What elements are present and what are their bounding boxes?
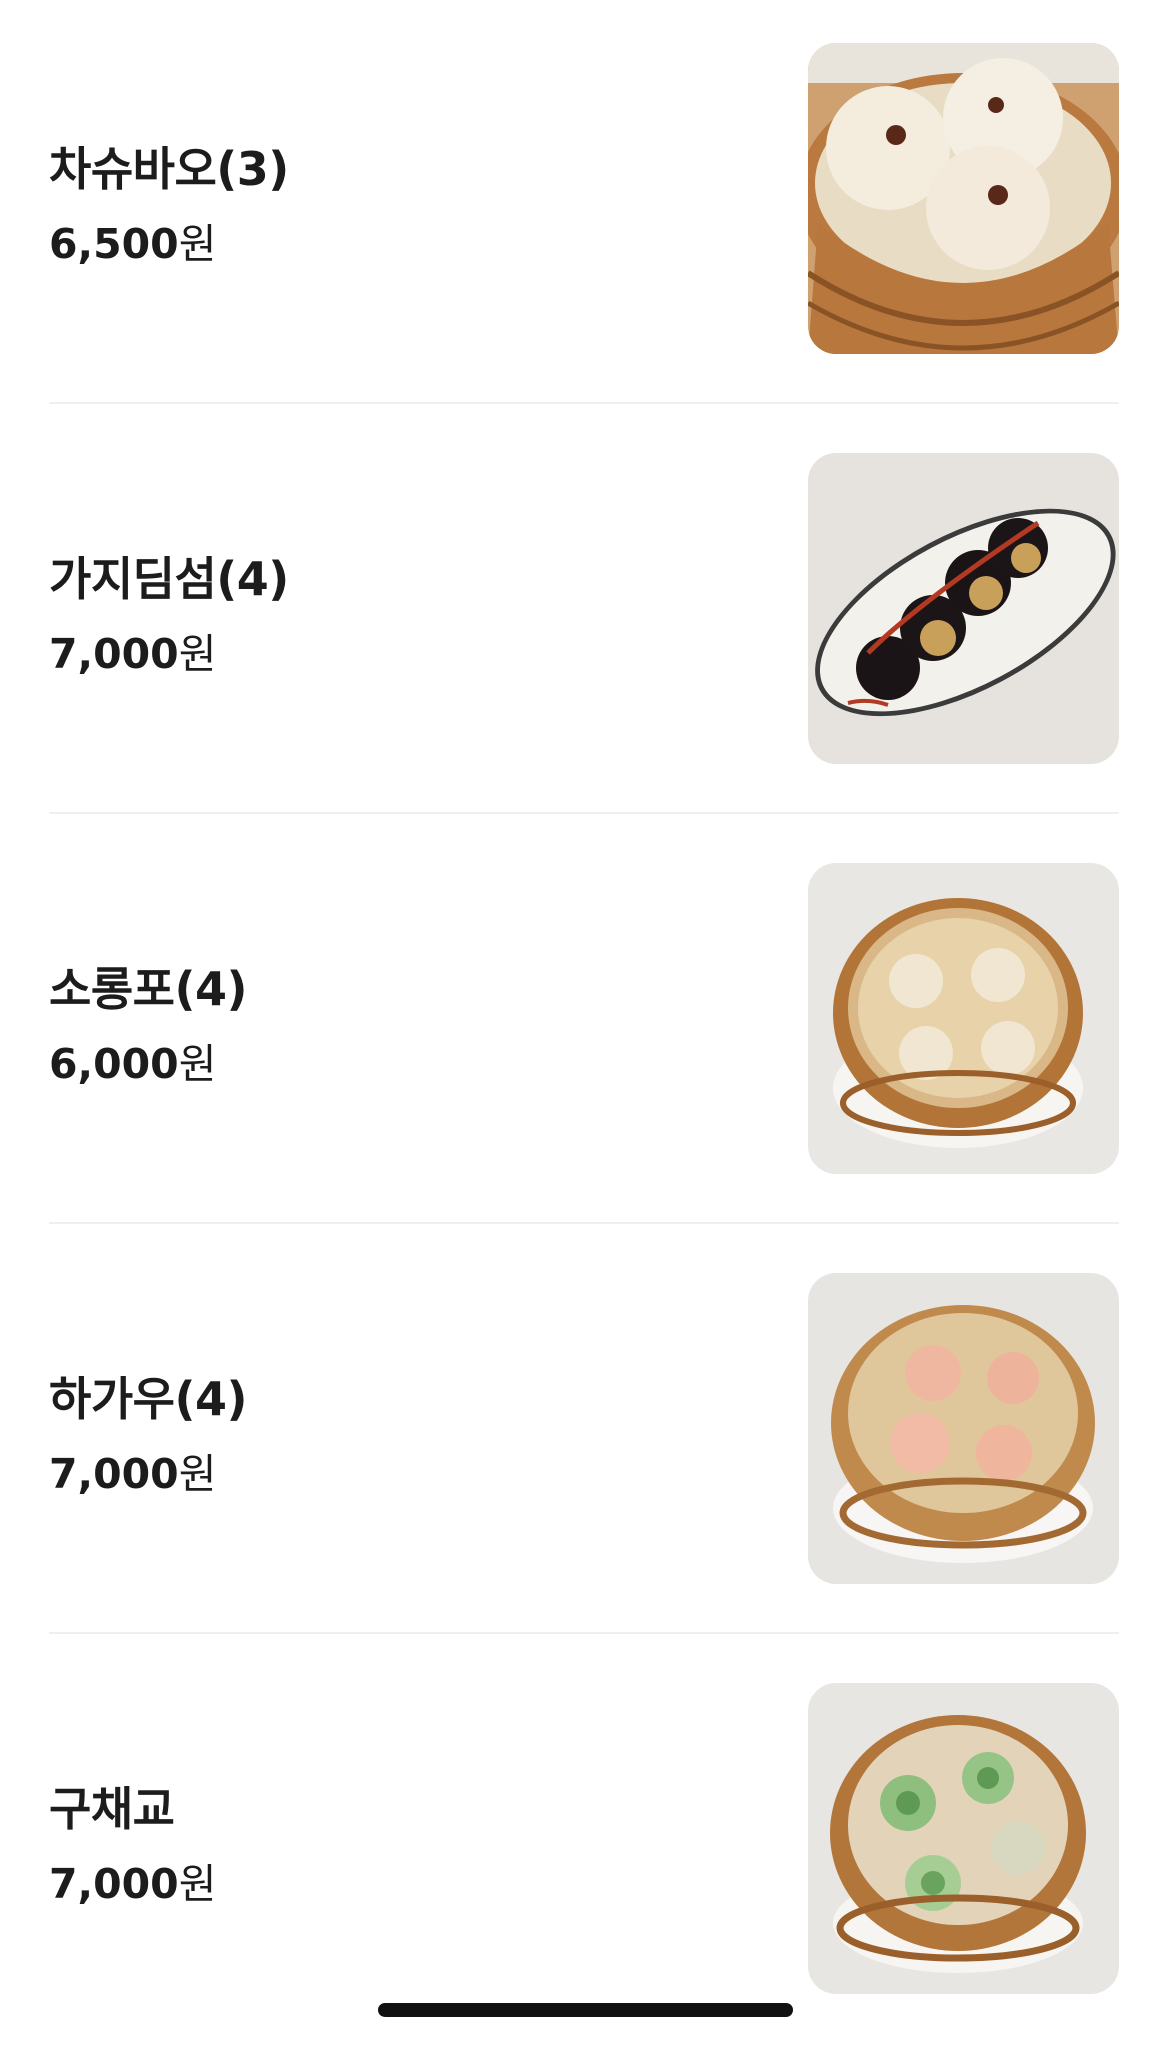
menu-item-price: 7,000원 <box>49 1850 216 1910</box>
divider <box>49 402 1119 404</box>
divider <box>49 812 1119 814</box>
currency-suffix: 원 <box>178 220 217 268</box>
menu-item[interactable]: 가지딤섬(4) 7,000원 <box>0 410 1170 820</box>
currency-suffix: 원 <box>178 630 217 678</box>
menu-item[interactable]: 하가우(4) 7,000원 <box>0 1230 1170 1640</box>
currency-suffix: 원 <box>178 1450 217 1498</box>
menu-item-name: 차슈바오(3) <box>49 142 289 196</box>
menu-item-price: 6,500원 <box>49 210 216 270</box>
divider <box>49 1222 1119 1224</box>
currency-suffix: 원 <box>178 1860 217 1908</box>
chive-dumpling-photo <box>808 1683 1119 1994</box>
menu-item-name: 가지딤섬(4) <box>49 552 289 606</box>
menu-item-price: 7,000원 <box>49 620 216 680</box>
menu-item-price: 7,000원 <box>49 1440 216 1500</box>
price-amount: 7,000 <box>49 1450 179 1498</box>
currency-suffix: 원 <box>178 1040 217 1088</box>
price-amount: 6,500 <box>49 220 179 268</box>
price-amount: 7,000 <box>49 1860 179 1908</box>
menu-item-name: 소롱포(4) <box>49 962 248 1016</box>
price-amount: 7,000 <box>49 630 179 678</box>
price-amount: 6,000 <box>49 1040 179 1088</box>
menu-item[interactable]: 구채교 7,000원 <box>0 1640 1170 2050</box>
char-siu-bao-photo <box>808 43 1119 354</box>
eggplant-dimsum-photo <box>808 453 1119 764</box>
menu-item-name: 하가우(4) <box>49 1372 248 1426</box>
divider <box>49 1632 1119 1634</box>
menu-item-name: 구채교 <box>49 1782 175 1836</box>
xiaolongbao-photo <box>808 863 1119 1174</box>
menu-item[interactable]: 소롱포(4) 6,000원 <box>0 820 1170 1230</box>
menu-item-price: 6,000원 <box>49 1030 216 1090</box>
menu-item[interactable]: 차슈바오(3) 6,500원 <box>0 0 1170 410</box>
har-gow-photo <box>808 1273 1119 1584</box>
home-indicator[interactable] <box>378 2003 793 2017</box>
